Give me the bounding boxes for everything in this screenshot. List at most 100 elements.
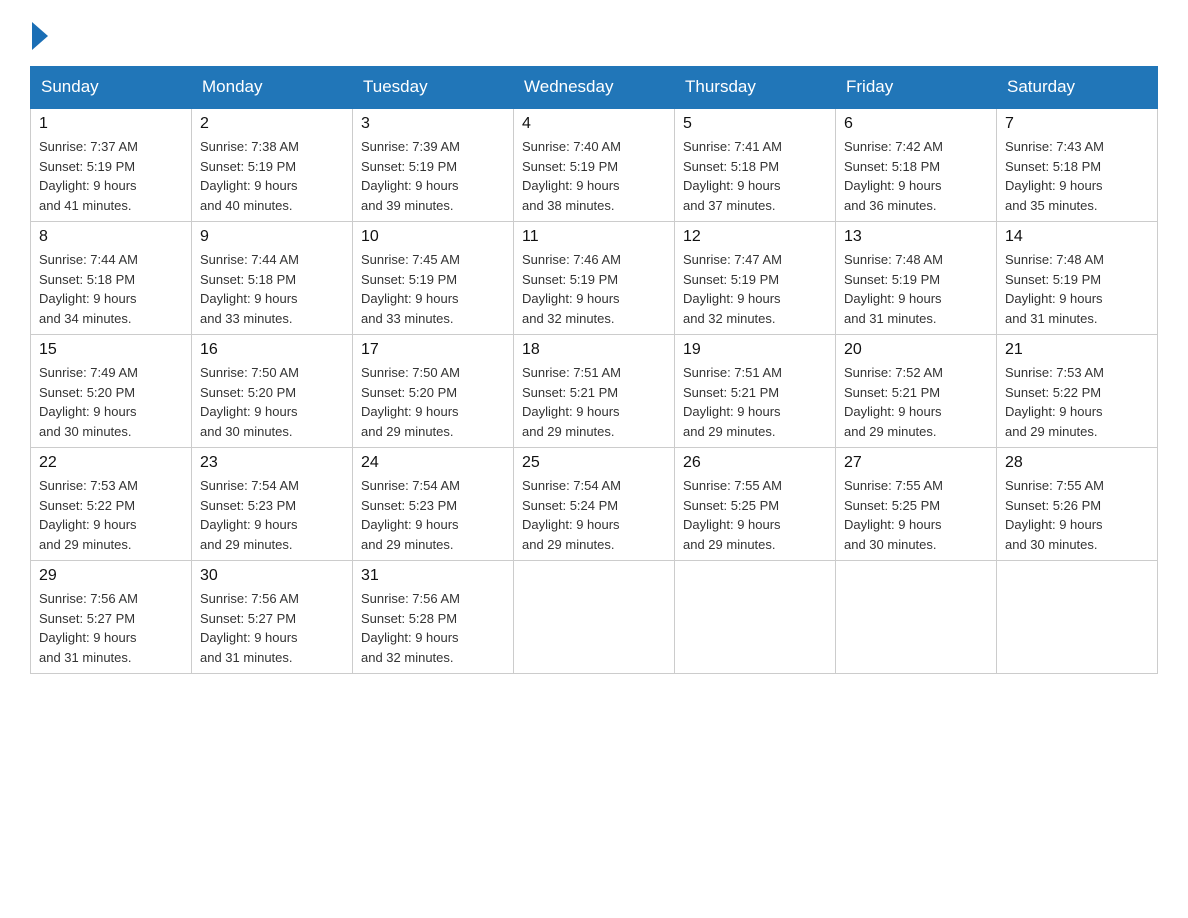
calendar-cell bbox=[836, 561, 997, 674]
day-number: 16 bbox=[200, 341, 344, 359]
day-info: Sunrise: 7:50 AM Sunset: 5:20 PM Dayligh… bbox=[361, 363, 505, 441]
daylight-minutes: and 31 minutes. bbox=[200, 650, 293, 665]
daylight-label: Daylight: 9 hours bbox=[39, 517, 137, 532]
day-info: Sunrise: 7:54 AM Sunset: 5:24 PM Dayligh… bbox=[522, 476, 666, 554]
calendar-cell: 21 Sunrise: 7:53 AM Sunset: 5:22 PM Dayl… bbox=[997, 335, 1158, 448]
sunrise-label: Sunrise: 7:39 AM bbox=[361, 139, 460, 154]
daylight-label: Daylight: 9 hours bbox=[361, 291, 459, 306]
sunset-label: Sunset: 5:23 PM bbox=[200, 498, 296, 513]
day-number: 12 bbox=[683, 228, 827, 246]
sunrise-label: Sunrise: 7:53 AM bbox=[1005, 365, 1104, 380]
day-number: 9 bbox=[200, 228, 344, 246]
day-number: 1 bbox=[39, 115, 183, 133]
sunset-label: Sunset: 5:18 PM bbox=[683, 159, 779, 174]
sunset-label: Sunset: 5:28 PM bbox=[361, 611, 457, 626]
day-number: 3 bbox=[361, 115, 505, 133]
daylight-minutes: and 29 minutes. bbox=[1005, 424, 1098, 439]
calendar-header-row: SundayMondayTuesdayWednesdayThursdayFrid… bbox=[31, 67, 1158, 109]
daylight-label: Daylight: 9 hours bbox=[683, 404, 781, 419]
calendar-cell: 29 Sunrise: 7:56 AM Sunset: 5:27 PM Dayl… bbox=[31, 561, 192, 674]
daylight-label: Daylight: 9 hours bbox=[522, 178, 620, 193]
daylight-minutes: and 29 minutes. bbox=[361, 424, 454, 439]
sunset-label: Sunset: 5:21 PM bbox=[522, 385, 618, 400]
calendar-cell: 8 Sunrise: 7:44 AM Sunset: 5:18 PM Dayli… bbox=[31, 222, 192, 335]
daylight-label: Daylight: 9 hours bbox=[200, 630, 298, 645]
sunrise-label: Sunrise: 7:37 AM bbox=[39, 139, 138, 154]
calendar-cell: 13 Sunrise: 7:48 AM Sunset: 5:19 PM Dayl… bbox=[836, 222, 997, 335]
sunset-label: Sunset: 5:19 PM bbox=[683, 272, 779, 287]
daylight-minutes: and 29 minutes. bbox=[683, 537, 776, 552]
calendar-cell: 10 Sunrise: 7:45 AM Sunset: 5:19 PM Dayl… bbox=[353, 222, 514, 335]
logo-arrow-icon bbox=[32, 22, 48, 50]
daylight-label: Daylight: 9 hours bbox=[200, 404, 298, 419]
sunrise-label: Sunrise: 7:48 AM bbox=[844, 252, 943, 267]
day-number: 13 bbox=[844, 228, 988, 246]
sunrise-label: Sunrise: 7:54 AM bbox=[200, 478, 299, 493]
calendar-cell: 2 Sunrise: 7:38 AM Sunset: 5:19 PM Dayli… bbox=[192, 108, 353, 222]
daylight-label: Daylight: 9 hours bbox=[361, 178, 459, 193]
sunrise-label: Sunrise: 7:56 AM bbox=[200, 591, 299, 606]
daylight-minutes: and 40 minutes. bbox=[200, 198, 293, 213]
day-number: 8 bbox=[39, 228, 183, 246]
day-info: Sunrise: 7:41 AM Sunset: 5:18 PM Dayligh… bbox=[683, 137, 827, 215]
sunrise-label: Sunrise: 7:44 AM bbox=[39, 252, 138, 267]
day-info: Sunrise: 7:48 AM Sunset: 5:19 PM Dayligh… bbox=[844, 250, 988, 328]
daylight-minutes: and 30 minutes. bbox=[200, 424, 293, 439]
daylight-minutes: and 39 minutes. bbox=[361, 198, 454, 213]
daylight-minutes: and 29 minutes. bbox=[844, 424, 937, 439]
daylight-label: Daylight: 9 hours bbox=[1005, 517, 1103, 532]
sunset-label: Sunset: 5:20 PM bbox=[200, 385, 296, 400]
daylight-label: Daylight: 9 hours bbox=[39, 178, 137, 193]
day-header-wednesday: Wednesday bbox=[514, 67, 675, 109]
sunrise-label: Sunrise: 7:44 AM bbox=[200, 252, 299, 267]
day-number: 26 bbox=[683, 454, 827, 472]
calendar-week-row: 22 Sunrise: 7:53 AM Sunset: 5:22 PM Dayl… bbox=[31, 448, 1158, 561]
daylight-minutes: and 29 minutes. bbox=[683, 424, 776, 439]
sunset-label: Sunset: 5:26 PM bbox=[1005, 498, 1101, 513]
daylight-minutes: and 29 minutes. bbox=[522, 424, 615, 439]
daylight-label: Daylight: 9 hours bbox=[522, 517, 620, 532]
daylight-label: Daylight: 9 hours bbox=[844, 291, 942, 306]
sunrise-label: Sunrise: 7:49 AM bbox=[39, 365, 138, 380]
daylight-label: Daylight: 9 hours bbox=[1005, 178, 1103, 193]
sunset-label: Sunset: 5:19 PM bbox=[200, 159, 296, 174]
sunrise-label: Sunrise: 7:48 AM bbox=[1005, 252, 1104, 267]
day-header-friday: Friday bbox=[836, 67, 997, 109]
day-info: Sunrise: 7:56 AM Sunset: 5:27 PM Dayligh… bbox=[200, 589, 344, 667]
sunrise-label: Sunrise: 7:54 AM bbox=[361, 478, 460, 493]
calendar-cell: 11 Sunrise: 7:46 AM Sunset: 5:19 PM Dayl… bbox=[514, 222, 675, 335]
calendar-cell: 7 Sunrise: 7:43 AM Sunset: 5:18 PM Dayli… bbox=[997, 108, 1158, 222]
daylight-minutes: and 32 minutes. bbox=[683, 311, 776, 326]
sunrise-label: Sunrise: 7:51 AM bbox=[522, 365, 621, 380]
daylight-label: Daylight: 9 hours bbox=[39, 404, 137, 419]
sunrise-label: Sunrise: 7:50 AM bbox=[361, 365, 460, 380]
sunset-label: Sunset: 5:22 PM bbox=[39, 498, 135, 513]
calendar-cell: 9 Sunrise: 7:44 AM Sunset: 5:18 PM Dayli… bbox=[192, 222, 353, 335]
day-number: 5 bbox=[683, 115, 827, 133]
sunset-label: Sunset: 5:25 PM bbox=[844, 498, 940, 513]
day-header-sunday: Sunday bbox=[31, 67, 192, 109]
daylight-label: Daylight: 9 hours bbox=[39, 291, 137, 306]
day-number: 21 bbox=[1005, 341, 1149, 359]
day-number: 22 bbox=[39, 454, 183, 472]
sunrise-label: Sunrise: 7:55 AM bbox=[844, 478, 943, 493]
day-number: 25 bbox=[522, 454, 666, 472]
day-info: Sunrise: 7:42 AM Sunset: 5:18 PM Dayligh… bbox=[844, 137, 988, 215]
daylight-minutes: and 30 minutes. bbox=[39, 424, 132, 439]
sunrise-label: Sunrise: 7:50 AM bbox=[200, 365, 299, 380]
calendar-cell: 15 Sunrise: 7:49 AM Sunset: 5:20 PM Dayl… bbox=[31, 335, 192, 448]
daylight-label: Daylight: 9 hours bbox=[683, 291, 781, 306]
sunset-label: Sunset: 5:19 PM bbox=[361, 272, 457, 287]
daylight-minutes: and 35 minutes. bbox=[1005, 198, 1098, 213]
daylight-label: Daylight: 9 hours bbox=[522, 291, 620, 306]
day-number: 15 bbox=[39, 341, 183, 359]
sunset-label: Sunset: 5:18 PM bbox=[39, 272, 135, 287]
daylight-label: Daylight: 9 hours bbox=[1005, 291, 1103, 306]
day-number: 18 bbox=[522, 341, 666, 359]
day-number: 29 bbox=[39, 567, 183, 585]
sunset-label: Sunset: 5:18 PM bbox=[200, 272, 296, 287]
day-info: Sunrise: 7:45 AM Sunset: 5:19 PM Dayligh… bbox=[361, 250, 505, 328]
day-number: 28 bbox=[1005, 454, 1149, 472]
day-number: 19 bbox=[683, 341, 827, 359]
sunset-label: Sunset: 5:18 PM bbox=[844, 159, 940, 174]
